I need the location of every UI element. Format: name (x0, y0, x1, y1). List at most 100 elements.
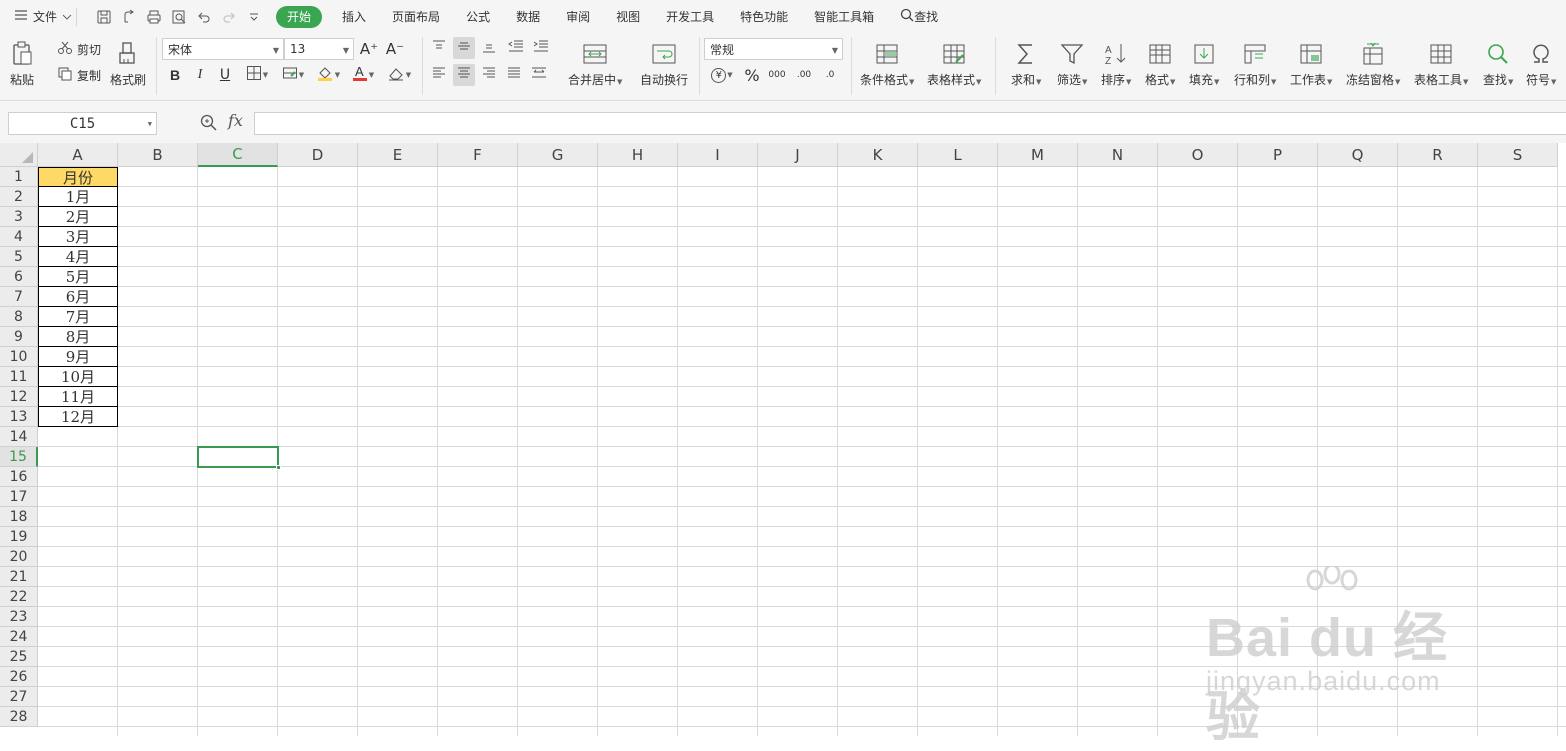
undo-icon[interactable] (191, 6, 216, 28)
bold-button[interactable]: B (164, 64, 186, 86)
align-top-button[interactable] (428, 37, 450, 59)
row-header-28[interactable]: 28 (0, 707, 38, 727)
name-box[interactable]: C15 ▼ (8, 112, 157, 135)
cell-a2[interactable]: 1月 (38, 187, 118, 207)
filter-button[interactable]: 筛选▼ (1057, 39, 1087, 88)
table-tools-button[interactable]: 表格工具▼ (1414, 39, 1468, 88)
tab-insert[interactable]: 插入 (330, 6, 378, 28)
search-command[interactable]: 查找 (888, 6, 950, 28)
tab-developer[interactable]: 开发工具 (654, 6, 726, 28)
cell-a13[interactable]: 12月 (38, 407, 118, 427)
cell-a10[interactable]: 9月 (38, 347, 118, 367)
column-header-o[interactable]: O (1158, 143, 1238, 167)
column-header-s[interactable]: S (1478, 143, 1558, 167)
row-header-10[interactable]: 10 (0, 347, 38, 367)
row-header-13[interactable]: 13 (0, 407, 38, 427)
tab-home[interactable]: 开始 (276, 5, 323, 28)
cell-a5[interactable]: 4月 (38, 247, 118, 267)
row-header-7[interactable]: 7 (0, 287, 38, 307)
cell-a3[interactable]: 2月 (38, 207, 118, 227)
fill-handle[interactable] (276, 465, 281, 470)
row-header-14[interactable]: 14 (0, 427, 38, 447)
row-header-24[interactable]: 24 (0, 627, 38, 647)
tab-review[interactable]: 审阅 (554, 6, 602, 28)
font-size-select[interactable]: 13 ▼ (284, 38, 354, 60)
column-header-l[interactable]: L (918, 143, 998, 167)
row-header-21[interactable]: 21 (0, 567, 38, 587)
row-header-20[interactable]: 20 (0, 547, 38, 567)
font-color-button[interactable]: A ▼ (348, 64, 378, 86)
merge-center-button[interactable]: 合并居中▼ (568, 39, 622, 88)
row-header-1[interactable]: 1 (0, 167, 38, 187)
column-header-r[interactable]: R (1398, 143, 1478, 167)
save-icon[interactable] (91, 6, 116, 28)
conditional-format-button[interactable]: 条件格式▼ (860, 39, 914, 88)
tab-page-layout[interactable]: 页面布局 (380, 6, 452, 28)
row-header-26[interactable]: 26 (0, 667, 38, 687)
column-header-b[interactable]: B (118, 143, 198, 167)
row-header-11[interactable]: 11 (0, 367, 38, 387)
number-format-select[interactable]: 常规 ▼ (704, 38, 843, 60)
paste-button[interactable]: 粘贴 (10, 39, 34, 88)
fill-color-button[interactable]: ▼ (313, 64, 343, 86)
column-header-c[interactable]: C (198, 143, 278, 167)
shrink-font-button[interactable]: A⁻ (384, 38, 406, 60)
font-name-select[interactable]: 宋体 ▼ (162, 38, 284, 60)
row-header-4[interactable]: 4 (0, 227, 38, 247)
increase-decimal-button[interactable]: .00 (793, 64, 815, 86)
align-center-button[interactable] (453, 64, 475, 86)
distribute-button[interactable] (528, 64, 550, 86)
row-header-19[interactable]: 19 (0, 527, 38, 547)
cell-a11[interactable]: 10月 (38, 367, 118, 387)
thousands-separator-button[interactable]: 000 (766, 64, 788, 86)
cell-a12[interactable]: 11月 (38, 387, 118, 407)
function-icon[interactable]: fx (228, 111, 243, 130)
row-header-22[interactable]: 22 (0, 587, 38, 607)
row-header-23[interactable]: 23 (0, 607, 38, 627)
cut-button[interactable]: 剪切 (57, 38, 101, 60)
file-menu[interactable]: 文件 (14, 6, 72, 28)
cell-a8[interactable]: 7月 (38, 307, 118, 327)
worksheet-button[interactable]: 工作表▼ (1290, 39, 1332, 88)
column-header-m[interactable]: M (998, 143, 1078, 167)
symbol-button[interactable]: 符号▼ (1526, 39, 1556, 88)
column-header-p[interactable]: P (1238, 143, 1318, 167)
row-header-3[interactable]: 3 (0, 207, 38, 227)
column-header-j[interactable]: J (758, 143, 838, 167)
row-header-27[interactable]: 27 (0, 687, 38, 707)
column-header-n[interactable]: N (1078, 143, 1158, 167)
active-cell[interactable] (197, 446, 281, 470)
column-header-i[interactable]: I (678, 143, 758, 167)
print-preview-icon[interactable] (166, 6, 191, 28)
column-header-e[interactable]: E (358, 143, 438, 167)
align-left-button[interactable] (428, 64, 450, 86)
fill-button[interactable]: 填充▼ (1189, 39, 1219, 88)
decrease-decimal-button[interactable]: .0 (819, 64, 841, 86)
column-header-h[interactable]: H (598, 143, 678, 167)
currency-button[interactable]: ¥ ▼ (706, 64, 738, 86)
align-right-button[interactable] (478, 64, 500, 86)
align-middle-button[interactable] (453, 37, 475, 59)
column-header-f[interactable]: F (438, 143, 518, 167)
increase-indent-button[interactable] (530, 37, 552, 59)
row-header-2[interactable]: 2 (0, 187, 38, 207)
sum-button[interactable]: 求和▼ (1011, 39, 1041, 88)
customize-toolbar-icon[interactable] (241, 6, 266, 28)
redo-icon[interactable] (216, 6, 241, 28)
row-header-15[interactable]: 15 (0, 447, 38, 467)
row-header-16[interactable]: 16 (0, 467, 38, 487)
rows-cols-button[interactable]: 行和列▼ (1234, 39, 1276, 88)
row-header-6[interactable]: 6 (0, 267, 38, 287)
underline-button[interactable]: U (214, 64, 236, 86)
format-painter-button[interactable]: 格式刷 (110, 39, 146, 88)
formula-input[interactable] (254, 112, 1566, 135)
cell-a4[interactable]: 3月 (38, 227, 118, 247)
borders-button[interactable]: ▼ (242, 64, 272, 86)
table-style-button[interactable]: 表格样式▼ (927, 39, 981, 88)
export-icon[interactable] (116, 6, 141, 28)
clear-format-button[interactable]: ▼ (384, 64, 414, 86)
freeze-panes-button[interactable]: 冻结窗格▼ (1346, 39, 1400, 88)
column-header-q[interactable]: Q (1318, 143, 1398, 167)
tab-view[interactable]: 视图 (604, 6, 652, 28)
row-header-25[interactable]: 25 (0, 647, 38, 667)
